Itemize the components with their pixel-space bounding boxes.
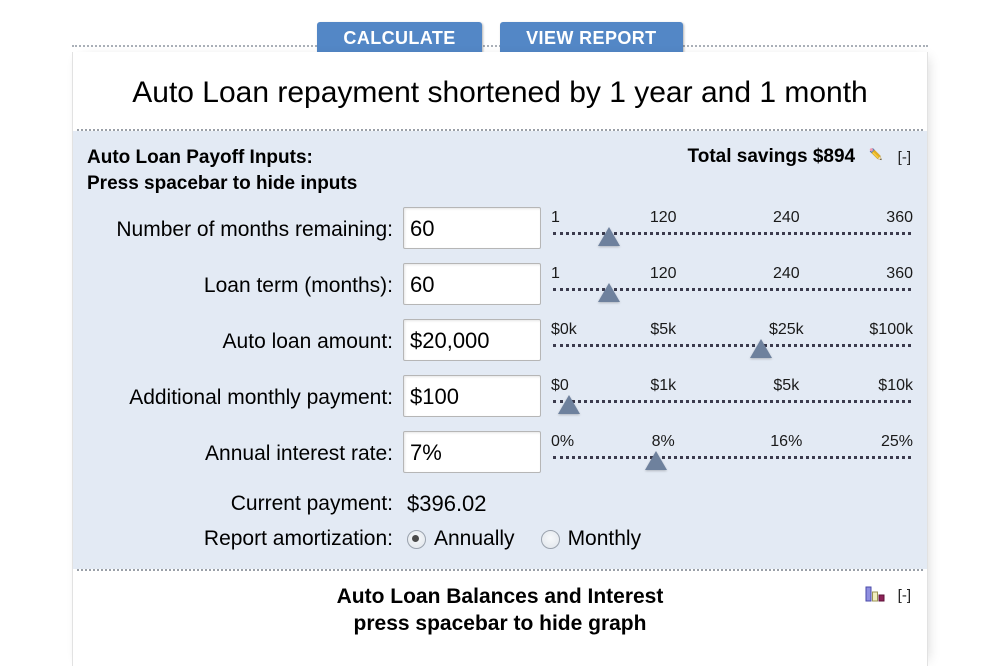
slider-tick: $0k [551,321,577,338]
slider-tick: $100k [869,321,913,338]
inputs-panel-header: Auto Loan Payoff Inputs: Press spacebar … [87,141,913,207]
row-field [403,263,543,305]
toolbar-buttons: CALCULATE VIEW REPORT [0,22,1000,56]
slider-tick: 1 [551,265,560,282]
input-row: Annual interest rate: 0% 8% 16% 25% [87,431,913,481]
slider-ticks: 1 120 240 360 [551,265,913,285]
slider-tick: 240 [772,265,800,282]
slider-tick: 0% [551,433,575,450]
months-remaining-slider[interactable]: 1 120 240 360 [551,207,913,257]
row-label: Number of months remaining: [116,218,393,241]
amortization-row: Report amortization: Annually Monthly [87,527,913,551]
radio-label: Monthly [567,527,642,550]
input-row: Additional monthly payment: $0 $1k $5k $… [87,375,913,425]
interest-rate-slider[interactable]: 0% 8% 16% 25% [551,431,913,481]
interest-rate-input[interactable] [403,431,541,473]
bar-chart-icon[interactable] [865,585,887,608]
calculate-button[interactable]: CALCULATE [317,22,482,56]
slider-tick: 25% [880,433,913,450]
radio-monthly[interactable]: Monthly [540,527,642,551]
additional-payment-input[interactable] [403,375,541,417]
slider-tick: $25k [768,321,804,338]
total-savings-label: Total savings $894 [687,146,856,167]
row-label: Loan term (months): [203,274,393,297]
slider-tick: $5k [773,377,800,394]
slider-track[interactable] [553,400,911,403]
content-column: Auto Loan repayment shortened by 1 year … [72,52,928,666]
graph-tools: [-] [865,585,911,608]
slider-handle[interactable] [558,395,581,414]
input-row: Auto loan amount: $0k $5k $25k $100k [87,319,913,369]
row-label: Annual interest rate: [205,442,393,465]
row-field [403,375,543,417]
slider-tick: 120 [649,265,677,282]
slider-tick: 120 [649,209,677,226]
slider-track[interactable] [553,344,911,347]
radio-dot-icon [540,529,560,549]
inputs-rows: Number of months remaining: 1 120 240 36… [87,207,913,551]
pencil-icon[interactable] [866,145,886,171]
amortization-radio-group: Annually Monthly [403,527,667,551]
slider-ticks: $0 $1k $5k $10k [551,377,913,397]
current-payment-row: Current payment: $396.02 [87,491,913,517]
slider-tick: 16% [770,433,803,450]
slider-tick: 360 [886,209,913,226]
loan-amount-slider[interactable]: $0k $5k $25k $100k [551,319,913,369]
slider-ticks: 0% 8% 16% 25% [551,433,913,453]
row-label: Auto loan amount: [222,330,393,353]
slider-tick: $5k [650,321,677,338]
toolbar: CALCULATE VIEW REPORT [0,0,1000,60]
view-report-button[interactable]: VIEW REPORT [500,22,683,56]
slider-track[interactable] [553,456,911,459]
inputs-heading-line2: Press spacebar to hide inputs [87,172,358,194]
page-title: Auto Loan repayment shortened by 1 year … [132,76,868,109]
inputs-panel-header-right: Total savings $894 [-] [688,145,911,171]
slider-handle[interactable] [749,339,772,358]
slider-handle[interactable] [597,227,620,246]
graph-title-line2: press spacebar to hide graph [353,612,647,636]
input-row: Loan term (months): 1 120 240 360 [87,263,913,313]
slider-tick: 8% [651,433,675,450]
slider-handle[interactable] [644,451,667,470]
row-field [403,207,543,249]
graph-section: Auto Loan Balances and Interest press sp… [73,571,927,648]
slider-ticks: $0k $5k $25k $100k [551,321,913,341]
inputs-collapse-toggle[interactable]: [-] [898,149,911,166]
slider-tick: $10k [878,377,913,394]
slider-ticks: 1 120 240 360 [551,209,913,229]
radio-label: Annually [434,527,515,550]
radio-dot-icon [407,529,426,549]
loan-amount-input[interactable] [403,319,541,361]
page-root: CALCULATE VIEW REPORT Auto Loan repaymen… [0,0,1000,666]
months-remaining-input[interactable] [403,207,541,249]
slider-tick: $1k [650,377,677,394]
radio-annually[interactable]: Annually [407,527,515,551]
slider-tick: 360 [886,265,913,282]
loan-term-slider[interactable]: 1 120 240 360 [551,263,913,313]
graph-title: Auto Loan Balances and Interest press sp… [87,583,913,638]
slider-tick: $0 [551,377,569,394]
row-field [403,319,543,361]
slider-tick: 1 [551,209,560,226]
current-payment-value: $396.02 [407,491,487,516]
row-label: Additional monthly payment: [129,386,393,409]
additional-payment-slider[interactable]: $0 $1k $5k $10k [551,375,913,425]
slider-tick: 240 [772,209,800,226]
input-row: Number of months remaining: 1 120 240 36… [87,207,913,257]
loan-term-input[interactable] [403,263,541,305]
amortization-label: Report amortization: [203,527,393,550]
row-field [403,431,543,473]
slider-handle[interactable] [597,283,620,302]
graph-title-line1: Auto Loan Balances and Interest [336,585,664,608]
inputs-panel: Auto Loan Payoff Inputs: Press spacebar … [73,131,927,569]
graph-collapse-toggle[interactable]: [-] [898,587,911,604]
current-payment-label: Current payment: [230,492,393,515]
